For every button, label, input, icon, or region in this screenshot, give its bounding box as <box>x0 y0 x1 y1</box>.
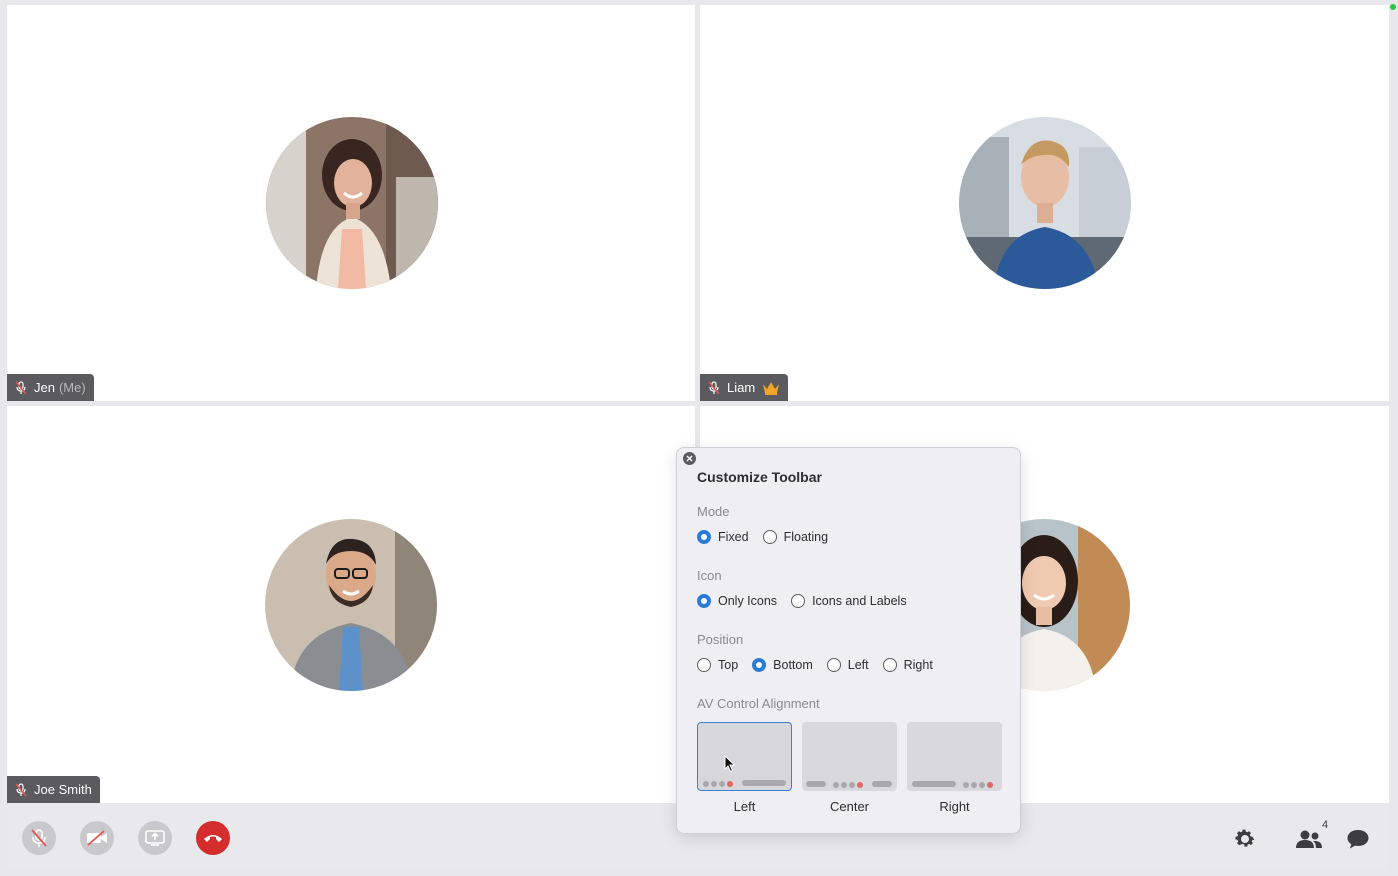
chat-button[interactable] <box>1341 822 1375 856</box>
participant-name: Jen <box>34 380 55 395</box>
video-tile-jen[interactable]: Jen (Me) <box>7 5 695 401</box>
position-left-radio[interactable]: Left <box>826 658 869 672</box>
av-controls-preview <box>833 782 863 788</box>
avatar-joe-smith <box>265 519 437 691</box>
share-screen-icon <box>145 830 165 846</box>
avatar-liam <box>959 117 1131 289</box>
icon-label: Icon <box>697 568 722 583</box>
radio-unselected-icon <box>826 658 841 672</box>
position-bottom-radio[interactable]: Bottom <box>752 658 813 672</box>
share-screen-button[interactable] <box>138 821 172 855</box>
participant-suffix: (Me) <box>58 380 86 395</box>
radio-unselected-icon <box>882 658 897 672</box>
participants-button[interactable]: 4 <box>1287 819 1331 856</box>
radio-selected-icon <box>697 594 711 608</box>
radio-selected-icon <box>697 530 711 544</box>
toolbar-preview-bar <box>872 781 892 787</box>
participant-name: Liam <box>727 380 756 395</box>
video-tile-liam[interactable]: Liam <box>700 5 1389 401</box>
gear-icon <box>1235 829 1255 847</box>
chat-icon <box>1347 830 1369 849</box>
mic-off-icon <box>31 829 47 847</box>
radio-unselected-icon <box>791 594 806 608</box>
av-controls-preview <box>963 782 993 788</box>
radio-unselected-icon <box>697 658 711 672</box>
close-button[interactable] <box>683 452 696 465</box>
close-icon <box>686 455 693 462</box>
camera-off-icon <box>87 830 107 846</box>
alignment-right-option[interactable] <box>907 722 1002 791</box>
radio-label: Bottom <box>773 658 813 672</box>
alignment-center-option[interactable] <box>802 722 897 791</box>
radio-label: Only Icons <box>718 594 778 608</box>
status-online-indicator <box>1390 4 1396 10</box>
position-label: Position <box>697 632 744 647</box>
mode-floating-radio[interactable]: Floating <box>762 530 829 544</box>
toolbar-preview-bar <box>806 781 826 787</box>
radio-selected-icon <box>752 658 767 672</box>
settings-button[interactable] <box>1228 822 1262 856</box>
panel-title: Customize Toolbar <box>697 469 822 485</box>
alignment-right-label: Right <box>939 799 970 814</box>
crown-icon <box>763 381 780 395</box>
video-tile-joe-smith[interactable]: Joe Smith <box>7 406 695 803</box>
people-icon <box>1296 830 1322 848</box>
mic-off-icon <box>15 380 27 394</box>
icon-options: Only Icons Icons and Labels <box>697 594 921 608</box>
leave-call-button[interactable] <box>196 821 230 855</box>
mode-options: Fixed Floating <box>697 530 842 544</box>
toolbar-preview-bar <box>912 781 956 787</box>
camera-toggle-button[interactable] <box>80 821 114 855</box>
customize-toolbar-panel: Customize Toolbar Mode Fixed Floating Ic… <box>676 447 1021 834</box>
radio-unselected-icon <box>762 530 777 544</box>
alignment-label: AV Control Alignment <box>697 696 820 711</box>
radio-label: Right <box>903 658 933 672</box>
participant-name: Joe Smith <box>34 782 92 797</box>
alignment-left-label: Left <box>733 799 756 814</box>
position-right-radio[interactable]: Right <box>882 658 933 672</box>
radio-label: Icons and Labels <box>812 594 907 608</box>
avatar-jen <box>266 117 438 289</box>
mouse-pointer-icon <box>724 755 736 773</box>
position-options: Top Bottom Left Right <box>697 658 947 672</box>
mic-off-icon <box>15 782 27 796</box>
radio-label: Top <box>718 658 739 672</box>
av-controls-preview <box>703 781 733 787</box>
icon-only-icons-radio[interactable]: Only Icons <box>697 594 777 608</box>
window-edge <box>1389 0 1398 876</box>
mode-fixed-radio[interactable]: Fixed <box>697 530 749 544</box>
toolbar-preview-bar <box>742 780 786 786</box>
participant-count-badge: 4 <box>1322 819 1329 831</box>
radio-label: Left <box>847 658 869 672</box>
name-tag: Joe Smith <box>7 776 100 803</box>
hang-up-icon <box>204 835 222 842</box>
alignment-center-label: Center <box>829 799 870 814</box>
name-tag: Liam <box>700 374 789 401</box>
alignment-left-option[interactable] <box>697 722 792 791</box>
radio-label: Floating <box>783 530 829 544</box>
name-tag: Jen (Me) <box>7 374 94 401</box>
radio-label: Fixed <box>718 530 749 544</box>
mode-label: Mode <box>697 504 730 519</box>
mic-off-icon <box>708 380 720 394</box>
icon-icons-and-labels-radio[interactable]: Icons and Labels <box>791 594 907 608</box>
mic-toggle-button[interactable] <box>22 821 56 855</box>
position-top-radio[interactable]: Top <box>697 658 738 672</box>
